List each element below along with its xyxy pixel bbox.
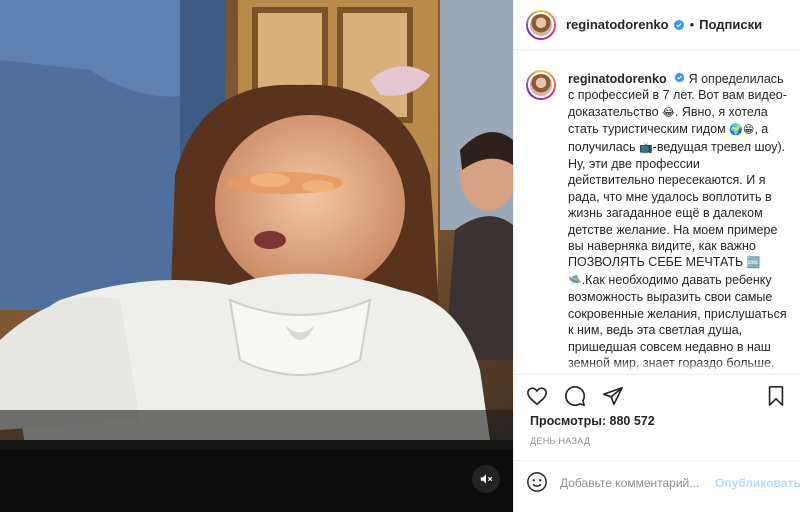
smiley-icon bbox=[527, 471, 547, 492]
caption-text: reginatodorenko Я определилась с професс… bbox=[568, 62, 789, 373]
like-button[interactable] bbox=[526, 385, 550, 409]
tv-emoji: 📺 bbox=[638, 140, 653, 154]
author-avatar[interactable] bbox=[526, 9, 556, 40]
emoji-picker-button[interactable] bbox=[526, 471, 548, 495]
verified-badge-icon bbox=[673, 19, 685, 31]
save-button[interactable] bbox=[765, 385, 789, 409]
comment-button[interactable] bbox=[564, 385, 588, 409]
mute-button[interactable] bbox=[472, 465, 500, 493]
views-value: 880 572 bbox=[609, 414, 655, 428]
comment-icon bbox=[565, 385, 586, 406]
speaker-muted-icon bbox=[480, 474, 493, 484]
post-media[interactable] bbox=[0, 0, 513, 512]
globe-grin-emoji: 🌍😁 bbox=[729, 123, 755, 137]
caption-fade bbox=[514, 361, 800, 373]
following-button[interactable]: Подписки bbox=[699, 17, 762, 32]
post-date[interactable]: День назад bbox=[530, 436, 590, 446]
views-label: Просмотры: bbox=[530, 414, 607, 428]
caption-part: -ведущая тревел шоу). Ну, эти две профес… bbox=[568, 139, 786, 270]
action-bar bbox=[514, 374, 800, 418]
laughing-emoji: 😂 bbox=[662, 105, 675, 119]
comment-input[interactable] bbox=[560, 475, 715, 490]
bookmark-icon bbox=[768, 385, 784, 406]
heart-icon bbox=[527, 386, 547, 405]
post-header: reginatodorenko • Подписки bbox=[514, 0, 800, 50]
share-button[interactable] bbox=[602, 385, 626, 409]
caption-avatar[interactable] bbox=[526, 70, 556, 100]
caption-username[interactable]: reginatodorenko bbox=[568, 72, 667, 86]
publish-button[interactable]: Опубликовать bbox=[715, 476, 800, 490]
caption-section: reginatodorenko Я определилась с професс… bbox=[514, 62, 800, 373]
author-username[interactable]: reginatodorenko bbox=[566, 17, 669, 32]
separator-dot: • bbox=[689, 17, 695, 32]
caption-part: .Как необходимо давать ребенку возможнос… bbox=[568, 272, 787, 373]
views-count[interactable]: Просмотры: 880 572 bbox=[530, 414, 655, 428]
paper-plane-icon bbox=[603, 386, 623, 405]
comment-bar: Опубликовать bbox=[514, 460, 800, 504]
verified-badge-icon bbox=[674, 72, 685, 83]
post-panel: reginatodorenko • Подписки reginatodoren… bbox=[513, 0, 800, 512]
video-frame[interactable] bbox=[0, 0, 513, 512]
